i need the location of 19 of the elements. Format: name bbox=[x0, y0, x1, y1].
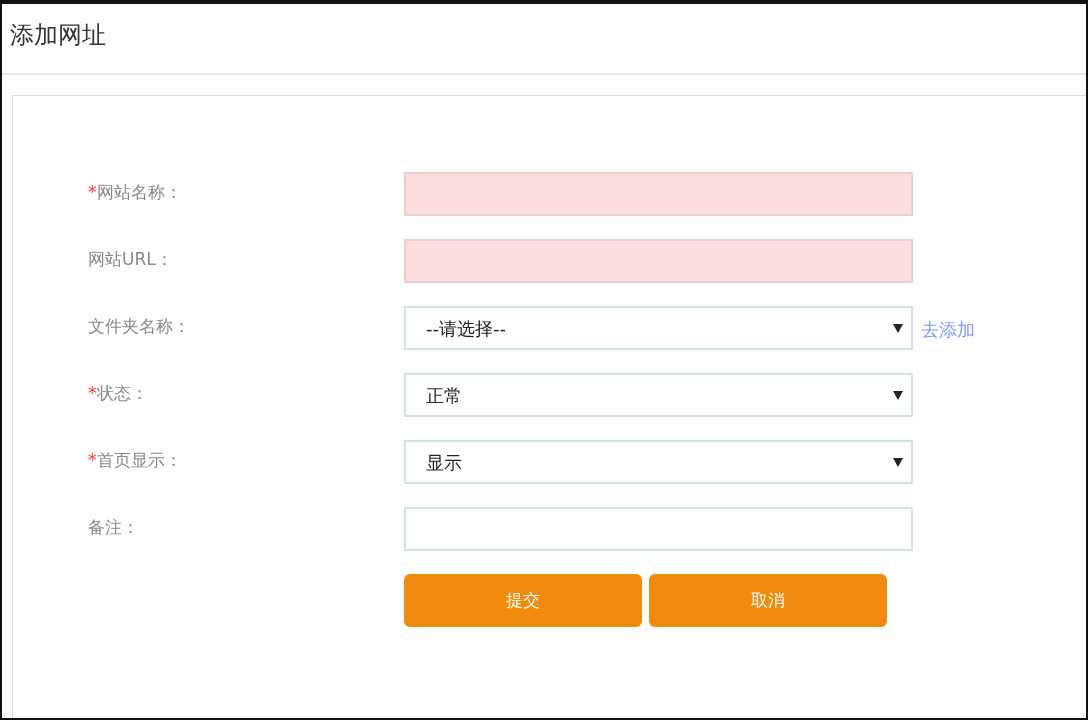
input-field[interactable] bbox=[404, 507, 913, 551]
input-field[interactable] bbox=[404, 239, 913, 283]
required-mark: * bbox=[88, 383, 97, 403]
field-label: 文件夹名称： bbox=[88, 316, 190, 336]
field-label: 状态： bbox=[96, 383, 148, 403]
caret-icon bbox=[893, 390, 903, 400]
caret-icon bbox=[893, 457, 903, 467]
page-title: 添加网址 bbox=[10, 20, 107, 51]
caret-icon bbox=[893, 323, 903, 333]
field-label: 网站名称： bbox=[96, 182, 182, 202]
field-label: 首页显示： bbox=[96, 450, 182, 470]
field-label: 网站URL： bbox=[88, 249, 173, 269]
select-field[interactable]: 显示 bbox=[404, 440, 913, 484]
select-field[interactable]: --请选择-- bbox=[404, 306, 913, 350]
required-mark: * bbox=[88, 450, 97, 470]
field-label: 备注： bbox=[88, 517, 139, 537]
required-mark: * bbox=[88, 182, 97, 202]
input-field[interactable] bbox=[404, 172, 913, 216]
select-field[interactable]: 正常 bbox=[404, 373, 913, 417]
